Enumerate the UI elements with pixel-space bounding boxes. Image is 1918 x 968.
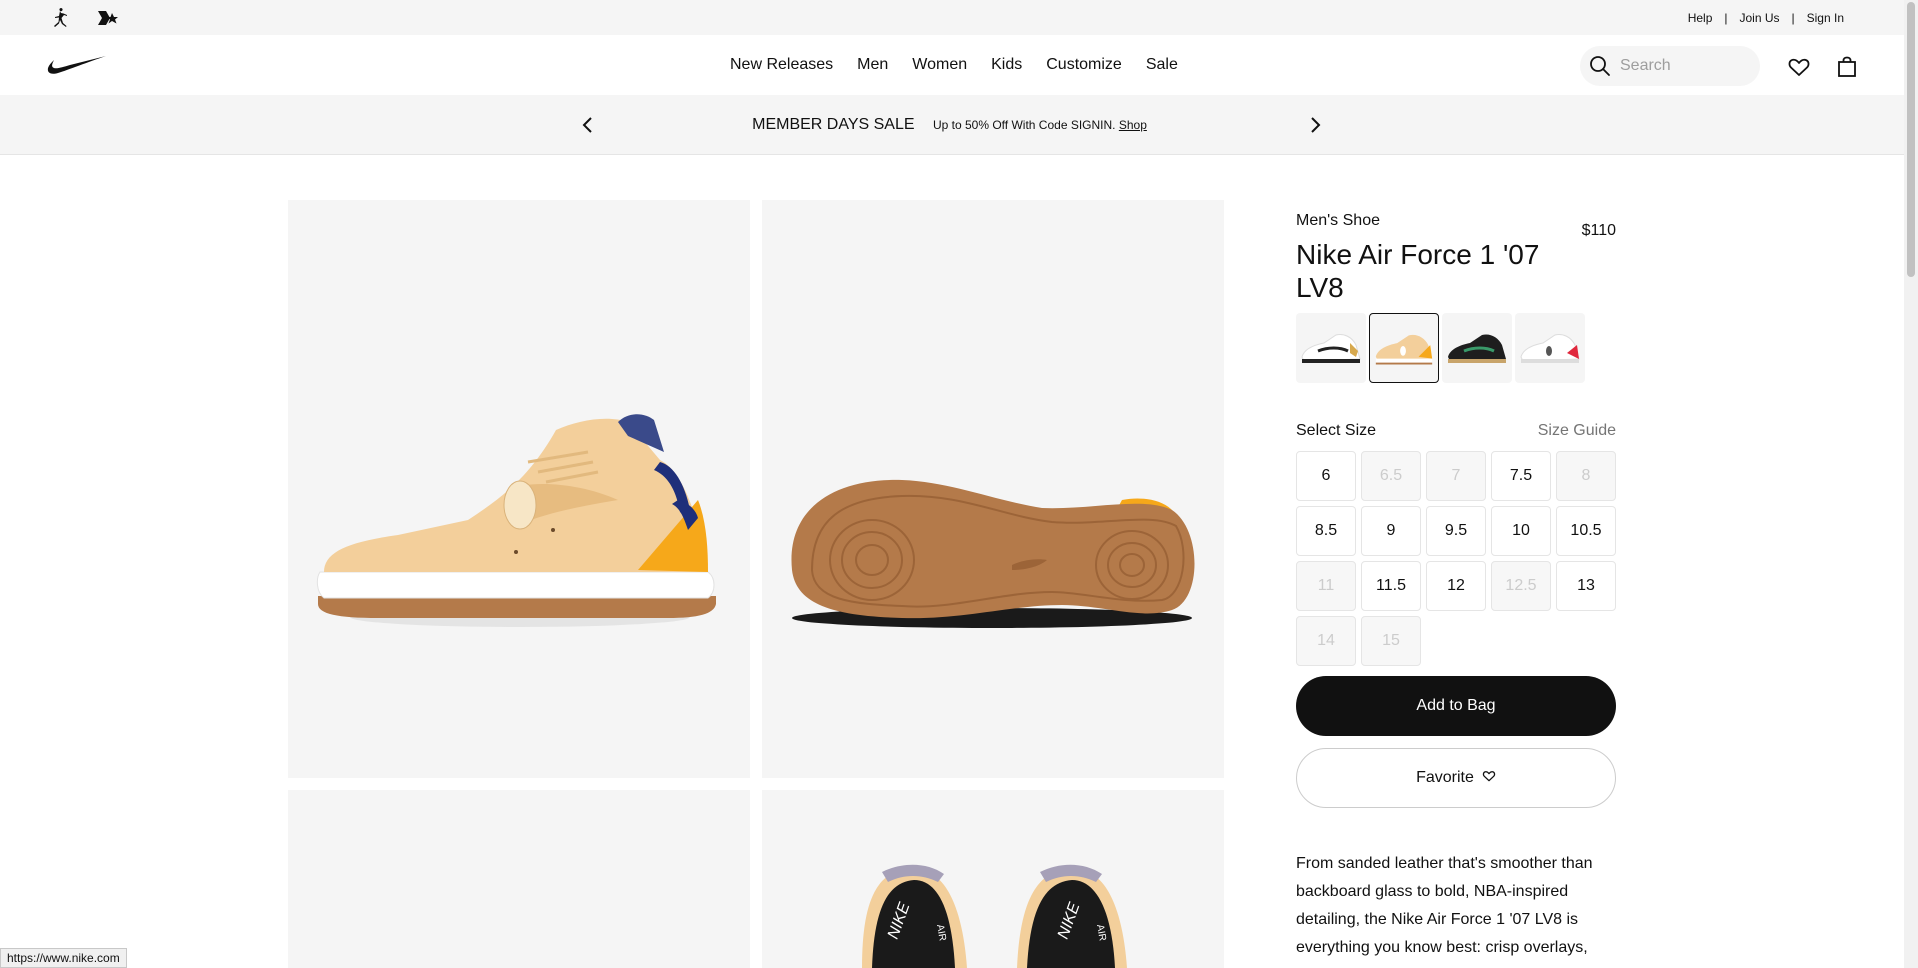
product-image-third[interactable] — [288, 790, 750, 968]
utility-links: Help | Join Us | Sign In — [1676, 11, 1856, 25]
nav-men[interactable]: Men — [845, 56, 900, 74]
converse-icon[interactable] — [96, 6, 122, 30]
sign-in-link[interactable]: Sign In — [1795, 11, 1856, 25]
colorway-tan-gold[interactable] — [1369, 313, 1439, 383]
primary-menu: New Releases Men Women Kids Customize Sa… — [718, 35, 1190, 95]
size-11: 11 — [1296, 561, 1356, 611]
chevron-right-icon[interactable] — [1303, 113, 1327, 137]
size-12[interactable]: 12 — [1426, 561, 1486, 611]
size-header: Select Size Size Guide — [1296, 422, 1616, 440]
colorway-white-black[interactable] — [1296, 313, 1366, 383]
size-6-5: 6.5 — [1361, 451, 1421, 501]
size-7-5[interactable]: 7.5 — [1491, 451, 1551, 501]
size-12-5: 12.5 — [1491, 561, 1551, 611]
size-grid: 6 6.5 7 7.5 8 8.5 9 9.5 10 10.5 11 11.5 … — [1296, 451, 1616, 666]
scrollbar-thumb[interactable] — [1907, 2, 1915, 277]
shoe-sole-view — [791, 479, 1195, 628]
size-guide-link[interactable]: Size Guide — [1538, 422, 1616, 440]
shoe-side-view — [316, 414, 716, 627]
page-scrollbar[interactable] — [1904, 0, 1918, 968]
promo-shop-link[interactable]: Shop — [1119, 118, 1147, 132]
size-6[interactable]: 6 — [1296, 451, 1356, 501]
add-to-bag-button[interactable]: Add to Bag — [1296, 676, 1616, 736]
nav-customize[interactable]: Customize — [1034, 56, 1134, 74]
product-title: Nike Air Force 1 '07 LV8 — [1296, 239, 1540, 303]
promo-text: MEMBER DAYS SALE Up to 50% Off With Code… — [0, 116, 1904, 134]
help-link[interactable]: Help — [1676, 11, 1725, 25]
promo-title: MEMBER DAYS SALE — [752, 116, 915, 133]
utility-bar: Help | Join Us | Sign In — [0, 0, 1904, 35]
join-us-link[interactable]: Join Us — [1728, 11, 1792, 25]
promo-subtitle-text: Up to 50% Off With Code SIGNIN. — [932, 118, 1116, 132]
search-input[interactable] — [1620, 57, 1740, 75]
promo-banner: MEMBER DAYS SALE Up to 50% Off With Code… — [0, 95, 1904, 155]
size-8: 8 — [1556, 451, 1616, 501]
favorite-label: Favorite — [1416, 769, 1474, 786]
product-category: Men's Shoe — [1296, 212, 1380, 229]
favorite-button[interactable]: Favorite — [1296, 748, 1616, 808]
brand-links — [48, 6, 122, 30]
shoe-top-view: NIKE NIKE AIR AIR — [862, 864, 1127, 968]
colorway-white-red[interactable] — [1515, 313, 1585, 383]
size-14: 14 — [1296, 616, 1356, 666]
size-7: 7 — [1426, 451, 1486, 501]
product-description: From sanded leather that's smoother than… — [1296, 855, 1593, 956]
heart-icon — [1482, 769, 1496, 788]
nav-kids[interactable]: Kids — [979, 56, 1034, 74]
size-10[interactable]: 10 — [1491, 506, 1551, 556]
promo-subtitle: Up to 50% Off With Code SIGNIN. Shop — [933, 118, 1147, 132]
jordan-icon[interactable] — [48, 6, 72, 30]
size-9-5[interactable]: 9.5 — [1426, 506, 1486, 556]
product-image-sole[interactable] — [762, 200, 1224, 778]
main-nav: New Releases Men Women Kids Customize Sa… — [0, 35, 1904, 95]
status-bar-url: https://www.nike.com — [0, 948, 127, 968]
product-price: $110 — [1581, 222, 1616, 239]
search-box[interactable] — [1580, 46, 1760, 86]
product-image-top[interactable]: NIKE NIKE AIR AIR — [762, 790, 1224, 968]
nav-sale[interactable]: Sale — [1134, 56, 1190, 74]
bag-icon[interactable] — [1833, 53, 1861, 81]
select-size-label: Select Size — [1296, 422, 1377, 439]
heart-icon[interactable] — [1785, 53, 1813, 81]
size-13[interactable]: 13 — [1556, 561, 1616, 611]
nav-women[interactable]: Women — [900, 56, 979, 74]
nav-new-releases[interactable]: New Releases — [718, 56, 845, 74]
size-15: 15 — [1361, 616, 1421, 666]
product-image-side[interactable] — [288, 200, 750, 778]
search-icon[interactable] — [1580, 46, 1620, 86]
nike-swoosh-icon[interactable] — [46, 53, 108, 82]
size-11-5[interactable]: 11.5 — [1361, 561, 1421, 611]
colorway-black-gum[interactable] — [1442, 313, 1512, 383]
size-9[interactable]: 9 — [1361, 506, 1421, 556]
size-10-5[interactable]: 10.5 — [1556, 506, 1616, 556]
size-8-5[interactable]: 8.5 — [1296, 506, 1356, 556]
colorway-selector — [1296, 313, 1585, 383]
